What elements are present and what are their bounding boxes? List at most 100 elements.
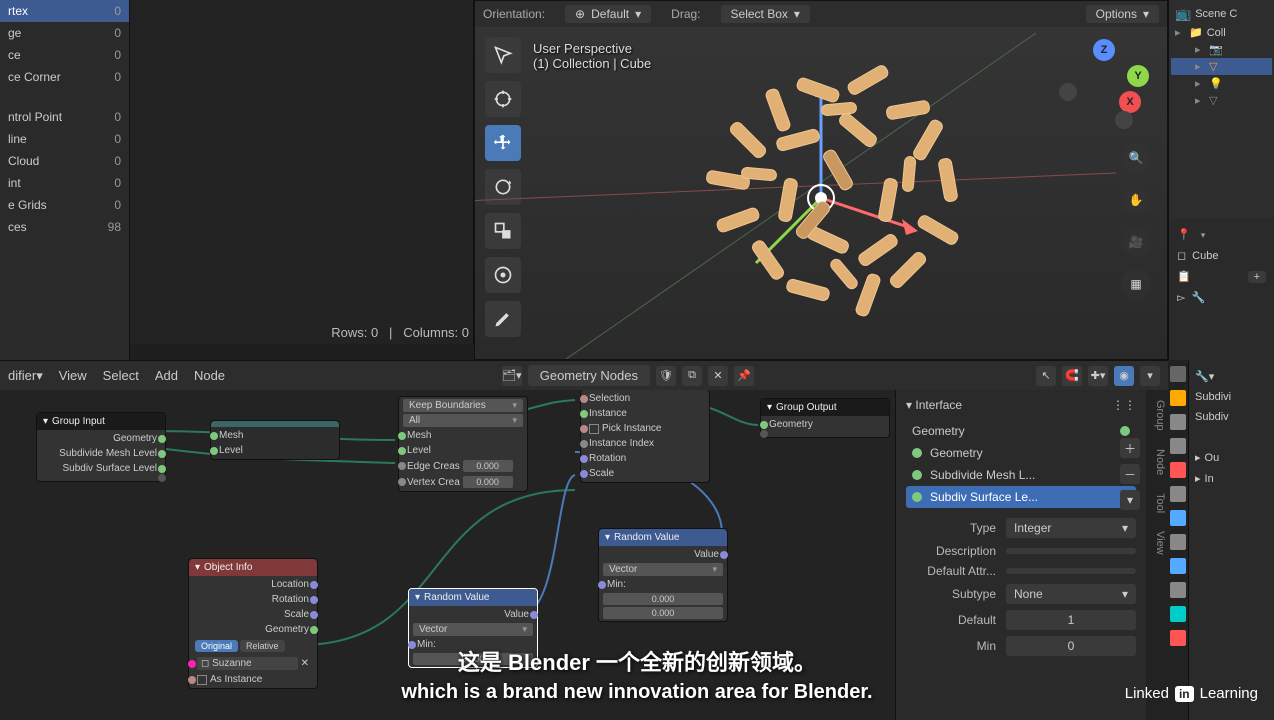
panel-menu-icon[interactable]: ⋮⋮	[1112, 398, 1136, 412]
subtype-dropdown[interactable]: None▾	[1006, 584, 1136, 604]
socket-instance-index[interactable]: Instance Index	[585, 437, 705, 450]
domain-row[interactable]: ce0	[0, 44, 129, 66]
node-instance-on-points[interactable]: Selection Instance Pick Instance Instanc…	[580, 390, 710, 483]
object-picker[interactable]: ◻ Suzanne✕	[193, 656, 313, 671]
tab-output-icon[interactable]	[1170, 390, 1186, 406]
socket-scale[interactable]: Scale	[585, 467, 705, 480]
domain-row[interactable]: line0	[0, 128, 129, 150]
tab-scene-icon[interactable]	[1170, 438, 1186, 454]
pan-icon[interactable]: ✋	[1121, 185, 1151, 215]
min-x[interactable]: 0.000	[603, 593, 723, 605]
socket-subdivide-mesh-level[interactable]: Subdivide Mesh Level	[41, 447, 161, 460]
pin-row[interactable]: 📍	[1175, 224, 1268, 245]
tab-material-icon[interactable]	[1170, 630, 1186, 646]
mode-original[interactable]: Original	[195, 640, 238, 652]
pin-icon[interactable]: 📌	[734, 366, 754, 386]
description-input[interactable]	[1006, 548, 1136, 554]
remove-socket-button[interactable]: －	[1120, 464, 1140, 484]
menu-view[interactable]: View	[59, 368, 87, 383]
tab-object-icon[interactable]	[1170, 486, 1186, 502]
socket-item[interactable]: Subdivide Mesh L...	[906, 464, 1136, 486]
socket-level[interactable]: Level	[215, 444, 335, 457]
outliner-item-mesh[interactable]: ▸▽	[1171, 92, 1272, 109]
default-attr-input[interactable]	[1006, 568, 1136, 574]
camera-view-icon[interactable]: 🎥	[1121, 227, 1151, 257]
mode-relative[interactable]: Relative	[240, 640, 285, 652]
socket-empty[interactable]	[765, 433, 885, 435]
uv-smooth-dropdown[interactable]: All	[403, 414, 523, 427]
menu-add[interactable]: Add	[155, 368, 178, 383]
object-name-row[interactable]: ◻Cube	[1175, 245, 1268, 266]
nodegroup-name[interactable]: Geometry Nodes	[528, 365, 650, 386]
socket-subdiv-surface-level[interactable]: Subdiv Surface Level	[41, 462, 161, 475]
gizmo-neg-axis[interactable]	[1115, 111, 1133, 129]
zoom-icon[interactable]: 🔍	[1121, 143, 1151, 173]
interface-header[interactable]: ▾ Interface ⋮⋮	[906, 398, 1136, 420]
outliner-item-cube[interactable]: ▸▽	[1171, 58, 1272, 75]
socket-geometry[interactable]: Geometry	[41, 432, 161, 445]
socket-as-instance[interactable]: As Instance	[193, 673, 313, 686]
node-group-output[interactable]: ▾Group Output Geometry	[760, 398, 890, 438]
domain-row[interactable]: ge0	[0, 22, 129, 44]
tab-particles-icon[interactable]	[1170, 534, 1186, 550]
unlink-icon[interactable]: ✕	[708, 366, 728, 386]
gizmo-z-axis[interactable]: Z	[1093, 39, 1115, 61]
overlay-icon[interactable]: ◉	[1114, 366, 1134, 386]
tab-view[interactable]: View	[1148, 531, 1166, 555]
editor-type-icon[interactable]: 🔧▾	[1193, 366, 1270, 387]
tab-constraints-icon[interactable]	[1170, 582, 1186, 598]
socket-mesh[interactable]: Mesh	[403, 429, 523, 442]
socket-vertex-crease[interactable]: Vertex Crea 0.000	[403, 475, 523, 489]
overlay-options-icon[interactable]: ▾	[1140, 366, 1160, 386]
domain-row[interactable]: Cloud0	[0, 150, 129, 172]
tab-physics-icon[interactable]	[1170, 558, 1186, 574]
node-random-value-2[interactable]: ▾Random Value Value Vector Min: 0.000 0.…	[598, 528, 728, 622]
tab-viewlayer-icon[interactable]	[1170, 414, 1186, 430]
boundary-dropdown[interactable]: Keep Boundaries	[403, 399, 523, 412]
domain-row[interactable]: ce Corner0	[0, 66, 129, 88]
socket-selection[interactable]: Selection	[585, 392, 705, 405]
add-socket-button[interactable]: ＋	[1120, 438, 1140, 458]
modifier-header[interactable]: ▻🔧	[1175, 287, 1268, 308]
socket-rotation[interactable]: Rotation	[193, 593, 313, 606]
duplicate-icon[interactable]: ⧉	[682, 366, 702, 386]
socket-item[interactable]: Geometry	[906, 442, 1136, 464]
tab-data-icon[interactable]	[1170, 606, 1186, 622]
parent-nodegroup-icon[interactable]: ↖	[1036, 366, 1056, 386]
outliner-collection[interactable]: ▸📁Coll	[1171, 24, 1272, 41]
tab-group[interactable]: Group	[1148, 400, 1166, 431]
socket-mesh[interactable]: Mesh	[215, 429, 335, 442]
socket-scale[interactable]: Scale	[193, 608, 313, 621]
menu-select[interactable]: Select	[103, 368, 139, 383]
shield-icon[interactable]: 🛡	[656, 366, 676, 386]
modifier-row[interactable]: ▸Ou	[1193, 447, 1270, 468]
domain-row[interactable]: ntrol Point0	[0, 106, 129, 128]
tab-render-icon[interactable]	[1170, 366, 1186, 382]
type-dropdown[interactable]: Vector	[413, 623, 533, 636]
type-dropdown[interactable]: Integer▾	[1006, 518, 1136, 538]
outliner-item-light[interactable]: ▸💡	[1171, 75, 1272, 92]
tab-world-icon[interactable]	[1170, 462, 1186, 478]
min-y[interactable]: 0.000	[603, 607, 723, 619]
perspective-toggle-icon[interactable]: ▦	[1121, 269, 1151, 299]
3d-viewport[interactable]: Orientation: ⊕Default▾ Drag: Select Box▾…	[474, 0, 1168, 360]
default-input[interactable]: 1	[1006, 610, 1136, 630]
snap-options-icon[interactable]: ✚▾	[1088, 366, 1108, 386]
node-subdivision-surface[interactable]: Keep Boundaries All Mesh Level Edge Crea…	[398, 396, 528, 492]
min-value[interactable]: 0.000	[413, 653, 533, 665]
add-modifier[interactable]: 📋+	[1175, 266, 1268, 287]
navigation-gizmo[interactable]: Z Y X	[1059, 37, 1149, 127]
browse-nodegroup-icon[interactable]: 🗂▾	[502, 366, 522, 386]
node-group-input[interactable]: ▾Group Input Geometry Subdivide Mesh Lev…	[36, 412, 166, 482]
gizmo-neg-axis[interactable]	[1059, 83, 1077, 101]
gizmo-x-axis[interactable]: X	[1119, 91, 1141, 113]
tab-node[interactable]: Node	[1148, 449, 1166, 475]
domain-row[interactable]: rtex0	[0, 0, 129, 22]
type-dropdown[interactable]: Vector	[603, 563, 723, 576]
outliner-header[interactable]: 📺Scene C	[1171, 4, 1272, 24]
node-object-info[interactable]: ▾Object Info Location Rotation Scale Geo…	[188, 558, 318, 689]
snap-icon[interactable]: 🧲	[1062, 366, 1082, 386]
socket-edge-crease[interactable]: Edge Creas 0.000	[403, 459, 523, 473]
node-canvas[interactable]: ▸ ○ GeometryNodes ▸ ○ Geometry Nodes ▾Gr…	[0, 390, 895, 720]
socket-options-button[interactable]: ▾	[1120, 490, 1140, 510]
